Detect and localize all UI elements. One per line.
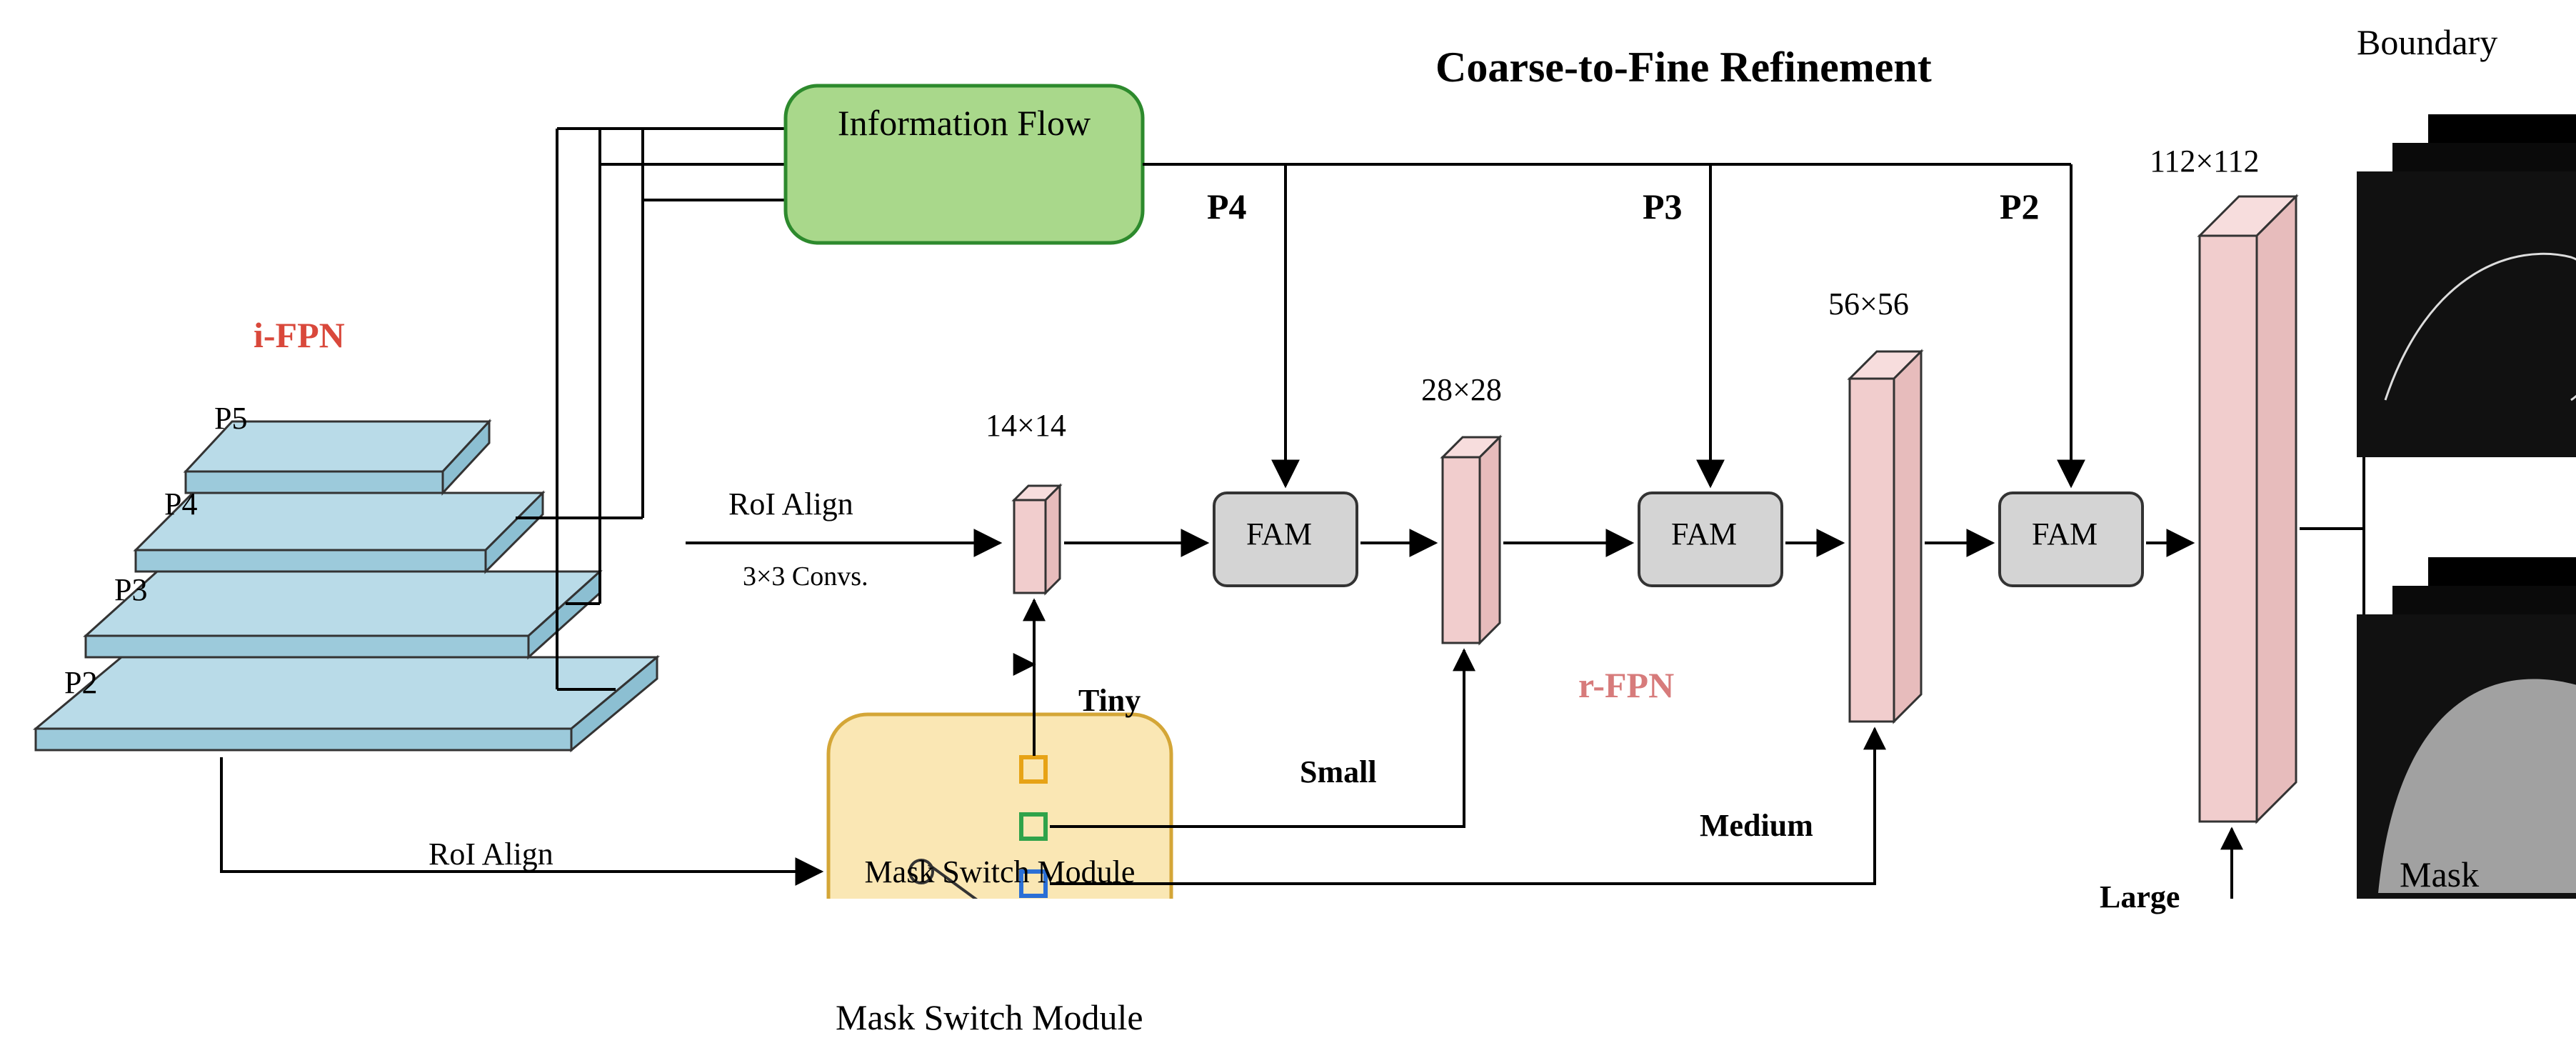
tier-large: Large	[2100, 879, 2180, 915]
level-p2: P2	[64, 664, 97, 701]
convs-label: 3×3 Convs.	[743, 561, 868, 592]
level-p3: P3	[114, 572, 147, 608]
fam-label-2: FAM	[1671, 516, 1737, 552]
size-28: 28×28	[1421, 371, 1502, 408]
ifpn-level-P3	[86, 572, 600, 657]
p3-label: P3	[1643, 186, 1683, 227]
ifpn-level-P2	[36, 657, 657, 750]
size-14: 14×14	[986, 407, 1066, 444]
feature-block-14	[1014, 486, 1060, 593]
mask-thumbnails	[2357, 557, 2576, 899]
feature-block-112	[2200, 196, 2296, 822]
info-flow-label: Information Flow	[836, 104, 1093, 143]
size-56: 56×56	[1828, 286, 1909, 322]
tier-medium: Medium	[1700, 807, 1813, 844]
fam-label-1: FAM	[1246, 516, 1312, 552]
size-112: 112×112	[2150, 143, 2260, 179]
ifpn-label: i-FPN	[254, 314, 345, 356]
diagram-canvas	[0, 0, 2576, 899]
tier-small: Small	[1300, 754, 1377, 790]
title: Coarse-to-Fine Refinement	[1435, 43, 1932, 92]
p4-label: P4	[1207, 186, 1247, 227]
roi-align-bottom-label: RoI Align	[429, 836, 553, 872]
boundary-label: Boundary	[2357, 21, 2497, 63]
level-p4: P4	[164, 486, 197, 522]
mask-switch-label: Mask Switch Module	[836, 997, 1143, 1038]
feature-block-56	[1850, 351, 1921, 722]
boundary-thumbnails	[2357, 114, 2576, 457]
feature-block-28	[1443, 437, 1500, 643]
roi-align-label: RoI Align	[728, 486, 853, 522]
level-p5: P5	[214, 400, 247, 436]
fam-label-3: FAM	[2032, 516, 2098, 552]
p2-label: P2	[2000, 186, 2040, 227]
tier-tiny: Tiny	[1078, 682, 1141, 719]
mask-label: Mask	[2400, 854, 2479, 895]
rfpn-label: r-FPN	[1578, 664, 1674, 706]
switch-caption: Mask Switch Module	[828, 854, 1171, 890]
